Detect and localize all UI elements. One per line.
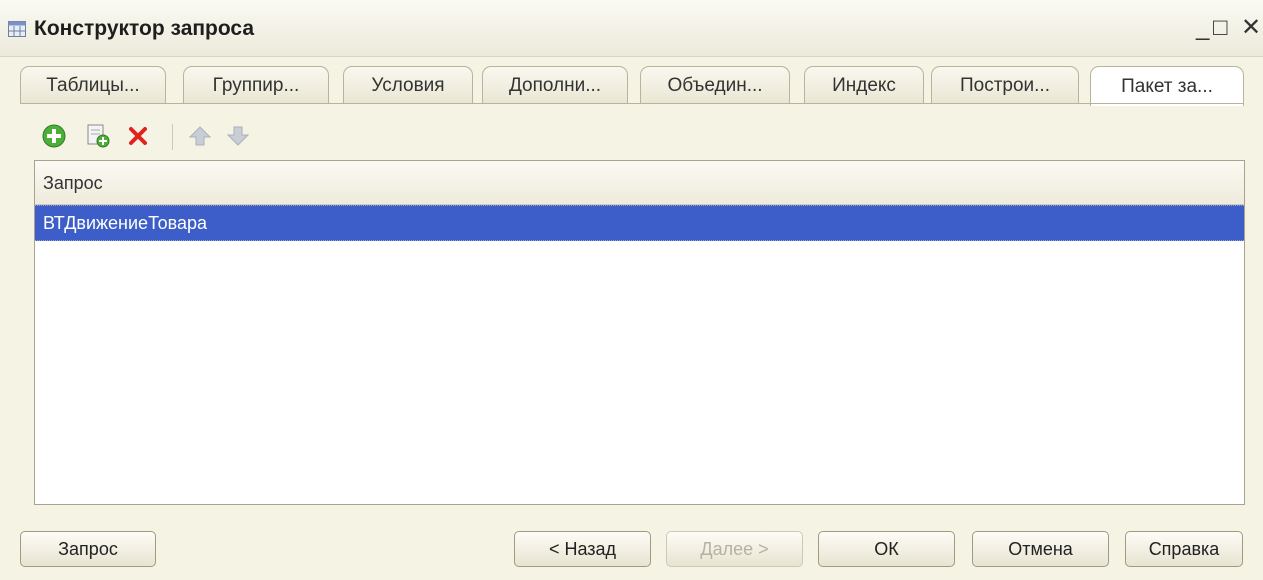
next-button[interactable]: Далее > xyxy=(666,531,803,567)
help-button[interactable]: Справка xyxy=(1125,531,1243,567)
table-row[interactable]: ВТДвижениеТовара xyxy=(35,205,1244,241)
title-bar: Конструктор запроса _ □ ✕ xyxy=(0,0,1263,57)
tab-builder[interactable]: Построи... xyxy=(931,66,1079,104)
window-title: Конструктор запроса xyxy=(34,17,255,40)
tab-additional[interactable]: Дополни... xyxy=(482,66,628,104)
toolbar-separator xyxy=(172,124,173,150)
close-icon[interactable]: ✕ xyxy=(1241,16,1261,40)
tab-unions[interactable]: Объедин... xyxy=(640,66,790,104)
back-button[interactable]: < Назад xyxy=(514,531,651,567)
tab-conditions[interactable]: Условия xyxy=(343,66,473,104)
copy-icon[interactable] xyxy=(84,122,112,150)
maximize-icon[interactable]: □ xyxy=(1213,16,1228,40)
tab-tables[interactable]: Таблицы... xyxy=(20,66,166,104)
column-header-query[interactable]: Запрос xyxy=(35,161,1244,205)
ok-button[interactable]: ОК xyxy=(818,531,955,567)
move-up-icon[interactable] xyxy=(186,122,214,150)
add-icon[interactable] xyxy=(40,122,68,150)
minimize-icon[interactable]: _ xyxy=(1196,16,1209,40)
column-header-label: Запрос xyxy=(43,173,103,193)
toolbar xyxy=(36,120,336,154)
tab-index[interactable]: Индекс xyxy=(804,66,924,104)
tab-batch[interactable]: Пакет за... xyxy=(1090,66,1244,106)
tab-strip: Таблицы... Группир... Условия Дополни...… xyxy=(20,66,1245,106)
cancel-button[interactable]: Отмена xyxy=(972,531,1109,567)
query-list[interactable]: Запрос ВТДвижениеТовара xyxy=(34,160,1245,505)
row-query-name: ВТДвижениеТовара xyxy=(43,213,208,233)
tab-grouping[interactable]: Группир... xyxy=(183,66,329,104)
window-app-icon xyxy=(8,21,26,37)
delete-icon[interactable] xyxy=(124,122,152,150)
tab-baseline xyxy=(20,103,1243,104)
query-button[interactable]: Запрос xyxy=(20,531,156,567)
move-down-icon[interactable] xyxy=(224,122,252,150)
